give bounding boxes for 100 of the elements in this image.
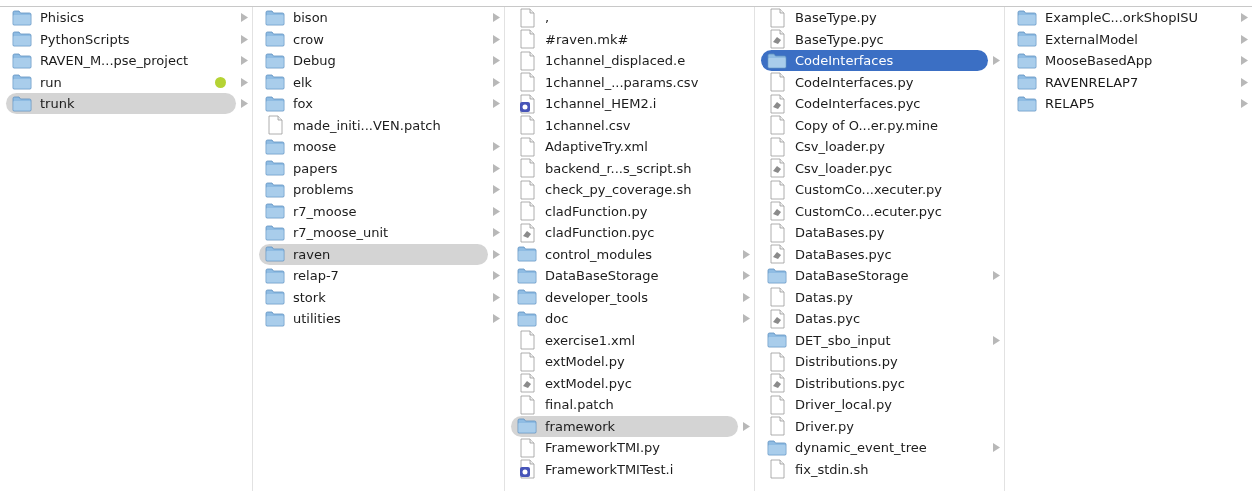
file-item[interactable]: cladFunction.py <box>511 200 738 222</box>
disclosure-arrow-icon <box>742 292 750 302</box>
folder-item[interactable]: Phisics <box>6 7 236 29</box>
document-icon <box>517 351 537 372</box>
folder-item[interactable]: RELAP5 <box>1011 93 1236 115</box>
folder-item[interactable]: raven <box>259 243 488 265</box>
file-item[interactable]: AdaptiveTry.xml <box>511 136 738 158</box>
folder-icon <box>265 95 285 112</box>
file-item[interactable]: 1channel_displaced.e <box>511 50 738 72</box>
disclosure-arrow-icon <box>240 77 248 87</box>
folder-item[interactable]: stork <box>259 286 488 308</box>
folder-item[interactable]: developer_tools <box>511 286 738 308</box>
folder-item[interactable]: problems <box>259 179 488 201</box>
file-item[interactable]: DataBases.py <box>761 222 988 244</box>
folder-item[interactable]: fox <box>259 93 488 115</box>
disclosure-arrow-icon <box>240 99 248 109</box>
folder-item[interactable]: MooseBasedApp <box>1011 50 1236 72</box>
disclosure-arrow-icon <box>492 99 500 109</box>
file-item[interactable]: DataBases.pyc <box>761 243 988 265</box>
file-item[interactable]: BaseType.py <box>761 7 988 29</box>
folder-item[interactable]: DataBaseStorage <box>761 265 988 287</box>
folder-icon <box>767 267 787 284</box>
folder-item[interactable]: doc <box>511 308 738 330</box>
file-item[interactable]: CodeInterfaces.pyc <box>761 93 988 115</box>
folder-item[interactable]: RAVEN_M...pse_project <box>6 50 236 72</box>
file-item[interactable]: , <box>511 7 738 29</box>
folder-item[interactable]: relap-7 <box>259 265 488 287</box>
folder-item[interactable]: utilities <box>259 308 488 330</box>
folder-item[interactable]: crow <box>259 28 488 50</box>
file-item[interactable]: BaseType.pyc <box>761 28 988 50</box>
document-icon <box>517 437 537 458</box>
folder-icon <box>517 418 537 435</box>
file-item[interactable]: Csv_loader.pyc <box>761 157 988 179</box>
folder-item[interactable]: framework <box>511 415 738 437</box>
file-item[interactable]: Driver.py <box>761 415 988 437</box>
folder-icon <box>1017 31 1037 48</box>
file-item[interactable]: extModel.py <box>511 351 738 373</box>
file-item[interactable]: 1channel_...params.csv <box>511 71 738 93</box>
file-item[interactable]: made_initi...VEN.patch <box>259 114 488 136</box>
file-item[interactable]: Datas.pyc <box>761 308 988 330</box>
disclosure-arrow-icon <box>492 314 500 324</box>
file-item[interactable]: 1channel.csv <box>511 114 738 136</box>
file-item[interactable]: Driver_local.py <box>761 394 988 416</box>
folder-item[interactable]: dynamic_event_tree <box>761 437 988 459</box>
document-icon <box>767 287 787 308</box>
compiled-file-icon <box>767 244 787 265</box>
file-item[interactable]: CustomCo...xecuter.py <box>761 179 988 201</box>
file-item[interactable]: CustomCo...ecuter.pyc <box>761 200 988 222</box>
folder-item[interactable]: ExampleC...orkShopISU <box>1011 7 1236 29</box>
folder-item[interactable]: papers <box>259 157 488 179</box>
folder-item[interactable]: Debug <box>259 50 488 72</box>
folder-item[interactable]: DET_sbo_input <box>761 329 988 351</box>
folder-icon <box>1017 95 1037 112</box>
file-item[interactable]: Copy of O...er.py.mine <box>761 114 988 136</box>
folder-item[interactable]: run <box>6 71 236 93</box>
folder-item[interactable]: CodeInterfaces <box>761 50 988 72</box>
compiled-file-icon <box>767 308 787 329</box>
document-icon <box>517 136 537 157</box>
file-item[interactable]: extModel.pyc <box>511 372 738 394</box>
file-item[interactable]: Distributions.pyc <box>761 372 988 394</box>
file-item[interactable]: Distributions.py <box>761 351 988 373</box>
file-item[interactable]: FrameworkTMI.py <box>511 437 738 459</box>
folder-item[interactable]: bison <box>259 7 488 29</box>
disclosure-arrow-icon <box>492 142 500 152</box>
folder-icon <box>767 332 787 349</box>
folder-item[interactable]: elk <box>259 71 488 93</box>
file-item[interactable]: final.patch <box>511 394 738 416</box>
folder-icon <box>265 74 285 91</box>
folder-icon <box>12 74 32 91</box>
file-item[interactable]: exercise1.xml <box>511 329 738 351</box>
folder-item[interactable]: DataBaseStorage <box>511 265 738 287</box>
folder-item[interactable]: r7_moose <box>259 200 488 222</box>
folder-icon <box>517 246 537 263</box>
folder-item[interactable]: moose <box>259 136 488 158</box>
file-item[interactable]: backend_r...s_script.sh <box>511 157 738 179</box>
file-item[interactable]: cladFunction.pyc <box>511 222 738 244</box>
folder-item[interactable]: r7_moose_unit <box>259 222 488 244</box>
folder-icon <box>12 52 32 69</box>
source-file-icon <box>517 459 537 480</box>
file-item[interactable]: FrameworkTMITest.i <box>511 458 738 480</box>
file-item[interactable]: Csv_loader.py <box>761 136 988 158</box>
disclosure-arrow-icon <box>1240 34 1248 44</box>
disclosure-arrow-icon <box>992 335 1000 345</box>
file-item[interactable]: #raven.mk# <box>511 28 738 50</box>
folder-item[interactable]: ExternalModel <box>1011 28 1236 50</box>
file-item[interactable]: Datas.py <box>761 286 988 308</box>
document-icon <box>517 7 537 28</box>
folder-item[interactable]: control_modules <box>511 243 738 265</box>
disclosure-arrow-icon <box>1240 13 1248 23</box>
folder-item[interactable]: trunk <box>6 93 236 115</box>
compiled-file-icon <box>767 29 787 50</box>
folder-icon <box>1017 9 1037 26</box>
file-item[interactable]: 1channel_HEM2.i <box>511 93 738 115</box>
disclosure-arrow-icon <box>742 314 750 324</box>
file-item[interactable]: CodeInterfaces.py <box>761 71 988 93</box>
folder-item[interactable]: PythonScripts <box>6 28 236 50</box>
file-item[interactable]: fix_stdin.sh <box>761 458 988 480</box>
folder-item[interactable]: RAVENRELAP7 <box>1011 71 1236 93</box>
disclosure-arrow-icon <box>492 206 500 216</box>
file-item[interactable]: check_py_coverage.sh <box>511 179 738 201</box>
